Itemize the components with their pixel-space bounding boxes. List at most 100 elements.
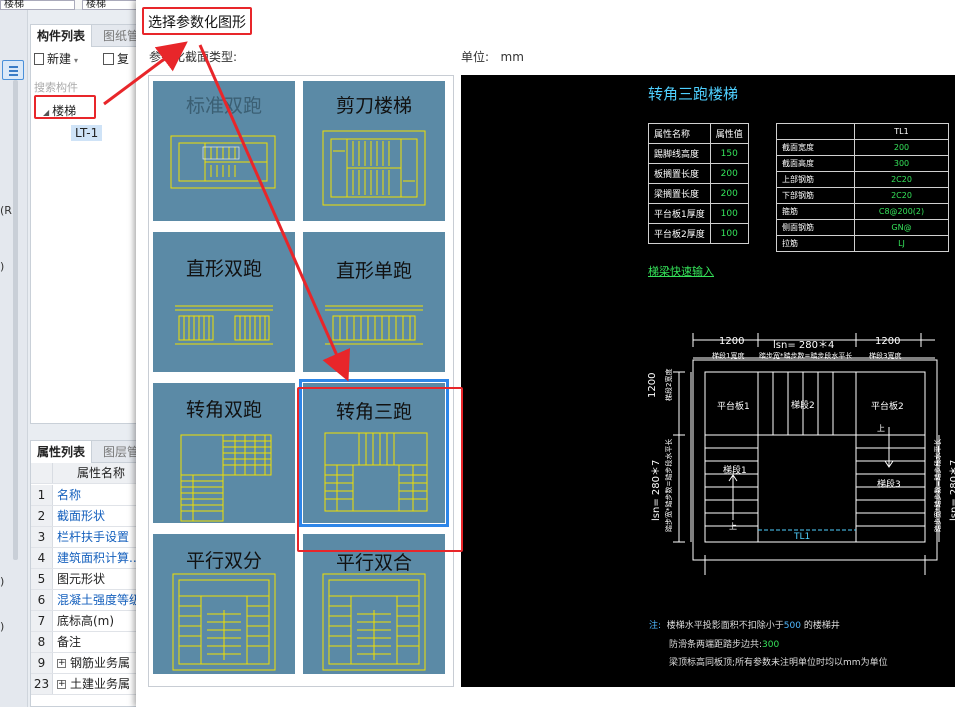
scissor-stair-icon	[322, 130, 426, 206]
shape-parallel-split[interactable]: 平行双分	[153, 534, 295, 674]
property-header-row: 属性名称	[31, 463, 139, 484]
straight-single-stair-icon	[325, 305, 423, 345]
property-row-number: 6	[31, 590, 53, 610]
tab-properties[interactable]: 属性列表	[31, 441, 93, 463]
shape-parallel-merge[interactable]: 平行双合	[303, 534, 445, 674]
copy-button[interactable]: 复	[103, 50, 129, 67]
highlight-dialog-title	[142, 7, 252, 35]
label-up-2: 上	[877, 424, 885, 433]
truncated-text: )	[0, 575, 5, 588]
expand-plus-icon[interactable]: +	[57, 680, 66, 689]
shape-straight-single[interactable]: 直形单跑	[303, 232, 445, 372]
search-input[interactable]: 搜索构件	[34, 79, 78, 95]
label-flight1: 梯段1	[723, 466, 747, 476]
list-icon	[9, 70, 18, 72]
shape-scissor-stair[interactable]: 剪刀楼梯	[303, 81, 445, 221]
dim-label-flight2-width: 梯段2宽度	[665, 368, 673, 401]
dim-top-left: 1200	[719, 336, 745, 347]
new-button[interactable]: 新建 ▾	[34, 50, 78, 67]
section-type-label: 参数化截面类型:	[149, 50, 238, 64]
property-row-number: 2	[31, 506, 53, 526]
property-row-number: 7	[31, 611, 53, 631]
vertical-scrollbar[interactable]	[13, 80, 18, 560]
property-row[interactable]: 4 建筑面积计算...	[31, 548, 141, 569]
floor-combo[interactable]: 楼梯	[0, 0, 75, 10]
truncated-text: (R	[0, 204, 12, 217]
shape-grid: 标准双跑 剪刀楼梯 直形双跑 直形单跑 转角双跑 转角三跑 平行双分 平行双合	[148, 75, 454, 687]
dim-label-left-tread: 踏步宽*踏步数=踏步段水平长	[665, 438, 673, 532]
property-name: 截面形状	[57, 509, 106, 523]
truncated-text: )	[0, 620, 5, 633]
highlight-corner-triple	[297, 387, 463, 552]
list-icon	[9, 66, 18, 68]
dim-left-top: 1200	[647, 372, 658, 398]
list-view-button[interactable]	[2, 60, 24, 80]
property-name: 底标高(m)	[57, 614, 115, 628]
property-name: 混凝土强度等级	[57, 593, 142, 607]
dim-label-tread: 踏步宽*踏步数=踏步段水平长	[759, 352, 853, 360]
chevron-down-icon: ▾	[74, 56, 79, 65]
corner-double-stair-icon	[180, 434, 272, 522]
component-list-panel: 构件列表 图纸管 新建 ▾ 复 搜索构件 ◢ 楼梯 LT-1	[30, 24, 140, 424]
note-line-1: 注: 楼梯水平投影面积不扣除小于500 的楼梯井	[649, 621, 840, 631]
property-name: 栏杆扶手设置	[57, 530, 130, 544]
shape-straight-double[interactable]: 直形双跑	[153, 232, 295, 372]
property-name: + 钢筋业务属	[57, 656, 131, 670]
label-tl1: TL1	[794, 532, 811, 542]
unit-value: mm	[500, 50, 524, 64]
property-name: 图元形状	[57, 572, 106, 586]
property-name: 建筑面积计算...	[57, 551, 141, 565]
copy-icon	[103, 53, 114, 65]
label-platform1: 平台板1	[717, 402, 750, 412]
dim-label-flight1-width: 梯段1宽度	[712, 352, 745, 360]
truncated-text: )	[0, 260, 5, 273]
new-icon	[34, 53, 44, 65]
label-platform2: 平台板2	[871, 402, 904, 412]
shape-standard-double[interactable]: 标准双跑	[153, 81, 295, 221]
property-row[interactable]: 5 图元形状	[31, 569, 139, 590]
property-row[interactable]: 7 底标高(m)	[31, 611, 139, 632]
property-row-number: 5	[31, 569, 53, 589]
property-row[interactable]: 2 截面形状	[31, 506, 139, 527]
dim-top-right: 1200	[875, 336, 901, 347]
type-combo[interactable]: 楼梯	[82, 0, 140, 10]
property-name: 备注	[57, 635, 82, 649]
straight-double-stair-icon	[175, 305, 273, 345]
property-row[interactable]: 9 + 钢筋业务属	[31, 653, 139, 674]
standard-double-stair-icon	[170, 135, 276, 189]
unit-label: 单位: mm	[461, 50, 524, 64]
property-row[interactable]: 23 + 土建业务属	[31, 674, 139, 695]
list-icon	[9, 74, 18, 76]
tree-node-lt1[interactable]: LT-1	[71, 125, 103, 141]
dim-label-flight3-width: 梯段3宽度	[869, 352, 902, 360]
dim-label-right-tread: 踏步宽*踏步数=踏步段水平长	[934, 438, 942, 532]
property-row[interactable]: 6 混凝土强度等级	[31, 590, 142, 611]
property-row-number: 8	[31, 632, 53, 652]
property-row-number: 9	[31, 653, 53, 673]
parametric-shape-dialog: 选择参数化图形 参数化截面类型: 单位: mm 标准双跑 剪刀楼梯 直形双跑 直…	[136, 0, 955, 707]
dim-right-mid: lsn= 280＊7	[949, 459, 955, 521]
property-row[interactable]: 1 名称	[31, 485, 139, 506]
label-up-1: 上	[729, 522, 737, 531]
property-row[interactable]: 8 备注	[31, 632, 139, 653]
parallel-merge-stair-icon	[322, 573, 426, 671]
property-row-number: 3	[31, 527, 53, 547]
dim-left-mid: lsn= 280＊7	[651, 459, 662, 521]
label-flight2: 梯段2	[791, 401, 815, 411]
label-flight3: 梯段3	[877, 480, 901, 490]
vertical-toolbar: (R ) ) )	[0, 10, 28, 707]
expand-plus-icon[interactable]: +	[57, 659, 66, 668]
shape-corner-double[interactable]: 转角双跑	[153, 383, 295, 523]
note-line-2: 防滑条两端距踏步边共:300	[669, 640, 780, 650]
property-name-header: 属性名称	[77, 466, 126, 480]
highlight-tree-stairs	[34, 95, 96, 119]
dim-top-mid: lsn= 280＊4	[773, 340, 835, 351]
top-toolbar: 楼梯 楼梯	[0, 0, 140, 10]
property-row-number: 23	[31, 674, 53, 694]
property-row-number: 4	[31, 548, 53, 568]
property-row-number: 1	[31, 485, 53, 505]
note-line-3: 梁顶标高同板顶;所有参数未注明单位时均以mm为单位	[669, 658, 888, 668]
property-row[interactable]: 3 栏杆扶手设置	[31, 527, 139, 548]
tab-component-list[interactable]: 构件列表	[31, 25, 93, 47]
parallel-split-stair-icon	[172, 573, 276, 671]
